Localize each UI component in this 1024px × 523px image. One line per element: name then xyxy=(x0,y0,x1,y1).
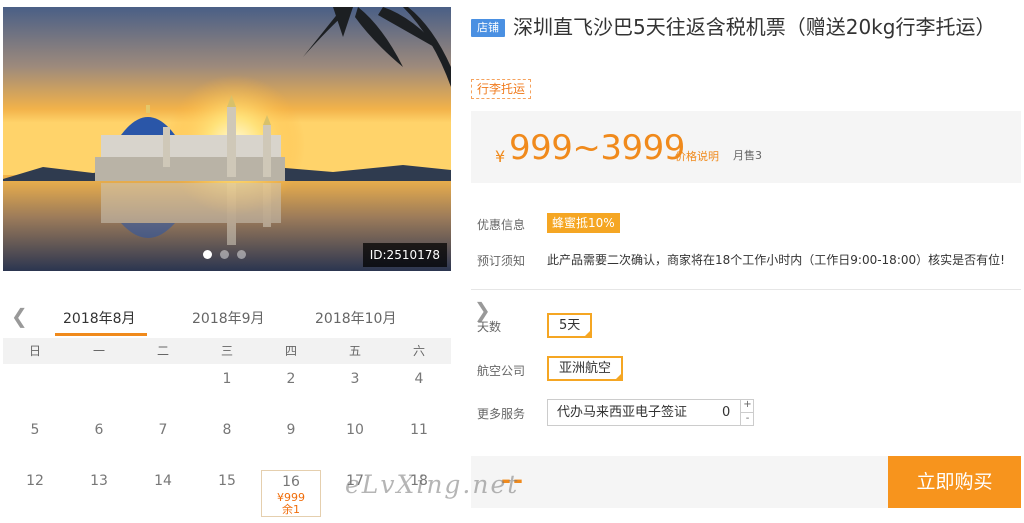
days-label: 天数 xyxy=(477,320,502,334)
booking-notice: 此产品需要二次确认，商家将在18个工作小时内（工作日9:00-18:00）核实是… xyxy=(547,253,1005,267)
weekday: 三 xyxy=(220,344,233,358)
shop-badge: 店铺 xyxy=(471,19,505,37)
day-number: 16 xyxy=(282,474,300,490)
calendar-day: 4 xyxy=(414,371,424,387)
calendar-day: 3 xyxy=(350,371,360,387)
calendar-day: 2 xyxy=(286,371,296,387)
weekday: 二 xyxy=(156,344,169,358)
option-days-5[interactable]: 5天 ✓ xyxy=(547,313,593,338)
tab-month[interactable]: 2018年8月 xyxy=(63,308,136,328)
calendar-day xyxy=(67,364,131,415)
tab-month[interactable]: 2018年9月 xyxy=(192,308,265,328)
currency-symbol: ¥ xyxy=(495,147,506,166)
carousel-dots xyxy=(203,250,246,259)
calendar-day xyxy=(3,364,67,415)
service-name: 代办马来西亚电子签证 xyxy=(557,405,688,420)
service-visa-selector: 代办马来西亚电子签证 0 + - xyxy=(547,399,754,426)
tab-month[interactable]: 2018年10月 xyxy=(315,308,396,328)
calendar-day: 8 xyxy=(222,422,232,438)
month-tabs: ❮ 2018年8月 2018年9月 2018年10月 ❯ xyxy=(3,298,491,338)
page: ID:2510178 ❮ 2018年8月 2018年9月 2018年10月 ❯ … xyxy=(0,0,1024,523)
calendar-day: 7 xyxy=(158,422,168,438)
active-month-indicator xyxy=(55,333,147,336)
calendar-day-available[interactable]: 16 ¥999 余1 xyxy=(261,470,321,517)
carousel-dot[interactable] xyxy=(203,250,212,259)
calendar-day: 1 xyxy=(222,371,232,387)
notice-label: 预订须知 xyxy=(477,254,526,268)
buy-now-button[interactable]: 立即购买 xyxy=(888,456,1021,508)
option-label: 5天 xyxy=(559,318,581,333)
price-range: 999~3999 xyxy=(509,128,685,168)
price-explanation-link[interactable]: 价格说明 xyxy=(675,148,719,164)
weekday: 六 xyxy=(412,344,425,358)
weekday: 五 xyxy=(348,344,361,358)
airline-label: 航空公司 xyxy=(477,364,526,378)
calendar-day: 14 xyxy=(154,473,172,489)
weekday: 一 xyxy=(92,344,105,358)
plus-button[interactable]: + xyxy=(741,399,754,412)
calendar-day: 5 xyxy=(30,422,40,438)
site-watermark: eLvXing.net xyxy=(345,470,520,499)
weekday-header: 日 一 二 三 四 五 六 xyxy=(3,338,451,364)
option-airline[interactable]: 亚洲航空 ✓ xyxy=(547,356,624,381)
divider xyxy=(471,289,1021,290)
product-title-text: 深圳直飞沙巴5天往返含税机票（赠送20kg行李托运） xyxy=(513,15,996,39)
feature-tag: 行李托运 xyxy=(471,79,532,99)
calendar-day: 15 xyxy=(218,473,236,489)
mosque-sunset-photo xyxy=(3,7,451,271)
calendar-day: 6 xyxy=(94,422,104,438)
carousel-dot[interactable] xyxy=(237,250,246,259)
day-remaining: 余1 xyxy=(282,503,300,516)
check-icon: ✓ xyxy=(584,324,591,332)
weekday: 日 xyxy=(28,344,41,358)
option-label: 亚洲航空 xyxy=(559,361,612,376)
promo-label: 优惠信息 xyxy=(477,218,526,232)
photo-id-label: ID:2510178 xyxy=(362,243,447,267)
carousel-dot[interactable] xyxy=(220,250,229,259)
calendar-day: 10 xyxy=(346,422,364,438)
minus-button[interactable]: - xyxy=(741,412,754,425)
calendar-day xyxy=(131,364,195,415)
check-icon: ✓ xyxy=(615,367,622,375)
more-services-label: 更多服务 xyxy=(477,407,526,421)
product-photo[interactable]: ID:2510178 xyxy=(3,7,451,271)
product-title: 店铺 深圳直飞沙巴5天往返含税机票（赠送20kg行李托运） xyxy=(471,12,1021,42)
quantity-stepper: + - xyxy=(740,399,754,426)
calendar-day: 12 xyxy=(26,473,44,489)
monthly-sales: 月售3 xyxy=(733,149,762,162)
buy-bar: -- 立即购买 xyxy=(471,456,1021,508)
quantity-value[interactable]: 0 xyxy=(722,400,730,425)
calendar-day: 9 xyxy=(286,422,296,438)
weekday: 四 xyxy=(284,344,297,358)
price-box: ¥ 999~3999 价格说明 月售3 xyxy=(471,111,1021,183)
calendar-day: 13 xyxy=(90,473,108,489)
promo-badge: 蜂蜜抵10% xyxy=(547,213,620,233)
calendar-day: 11 xyxy=(410,422,428,438)
chevron-left-icon[interactable]: ❮ xyxy=(11,304,28,328)
